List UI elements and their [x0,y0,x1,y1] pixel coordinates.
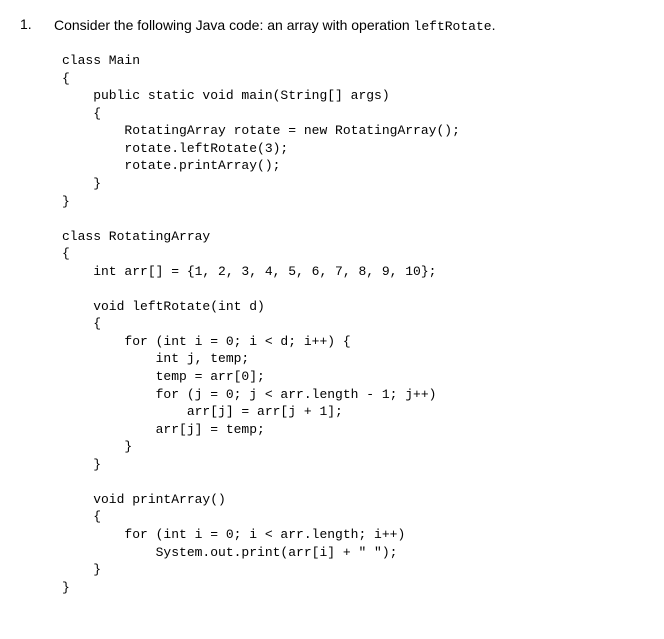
question-row: 1. Consider the following Java code: an … [20,16,644,36]
question-number: 1. [20,16,38,36]
question-text: Consider the following Java code: an arr… [54,16,644,36]
inline-code-leftrotate: leftRotate [414,19,492,34]
java-code-block: class Main { public static void main(Str… [62,52,644,596]
question-text-before: Consider the following Java code: an arr… [54,17,414,33]
question-text-after: . [492,17,496,33]
